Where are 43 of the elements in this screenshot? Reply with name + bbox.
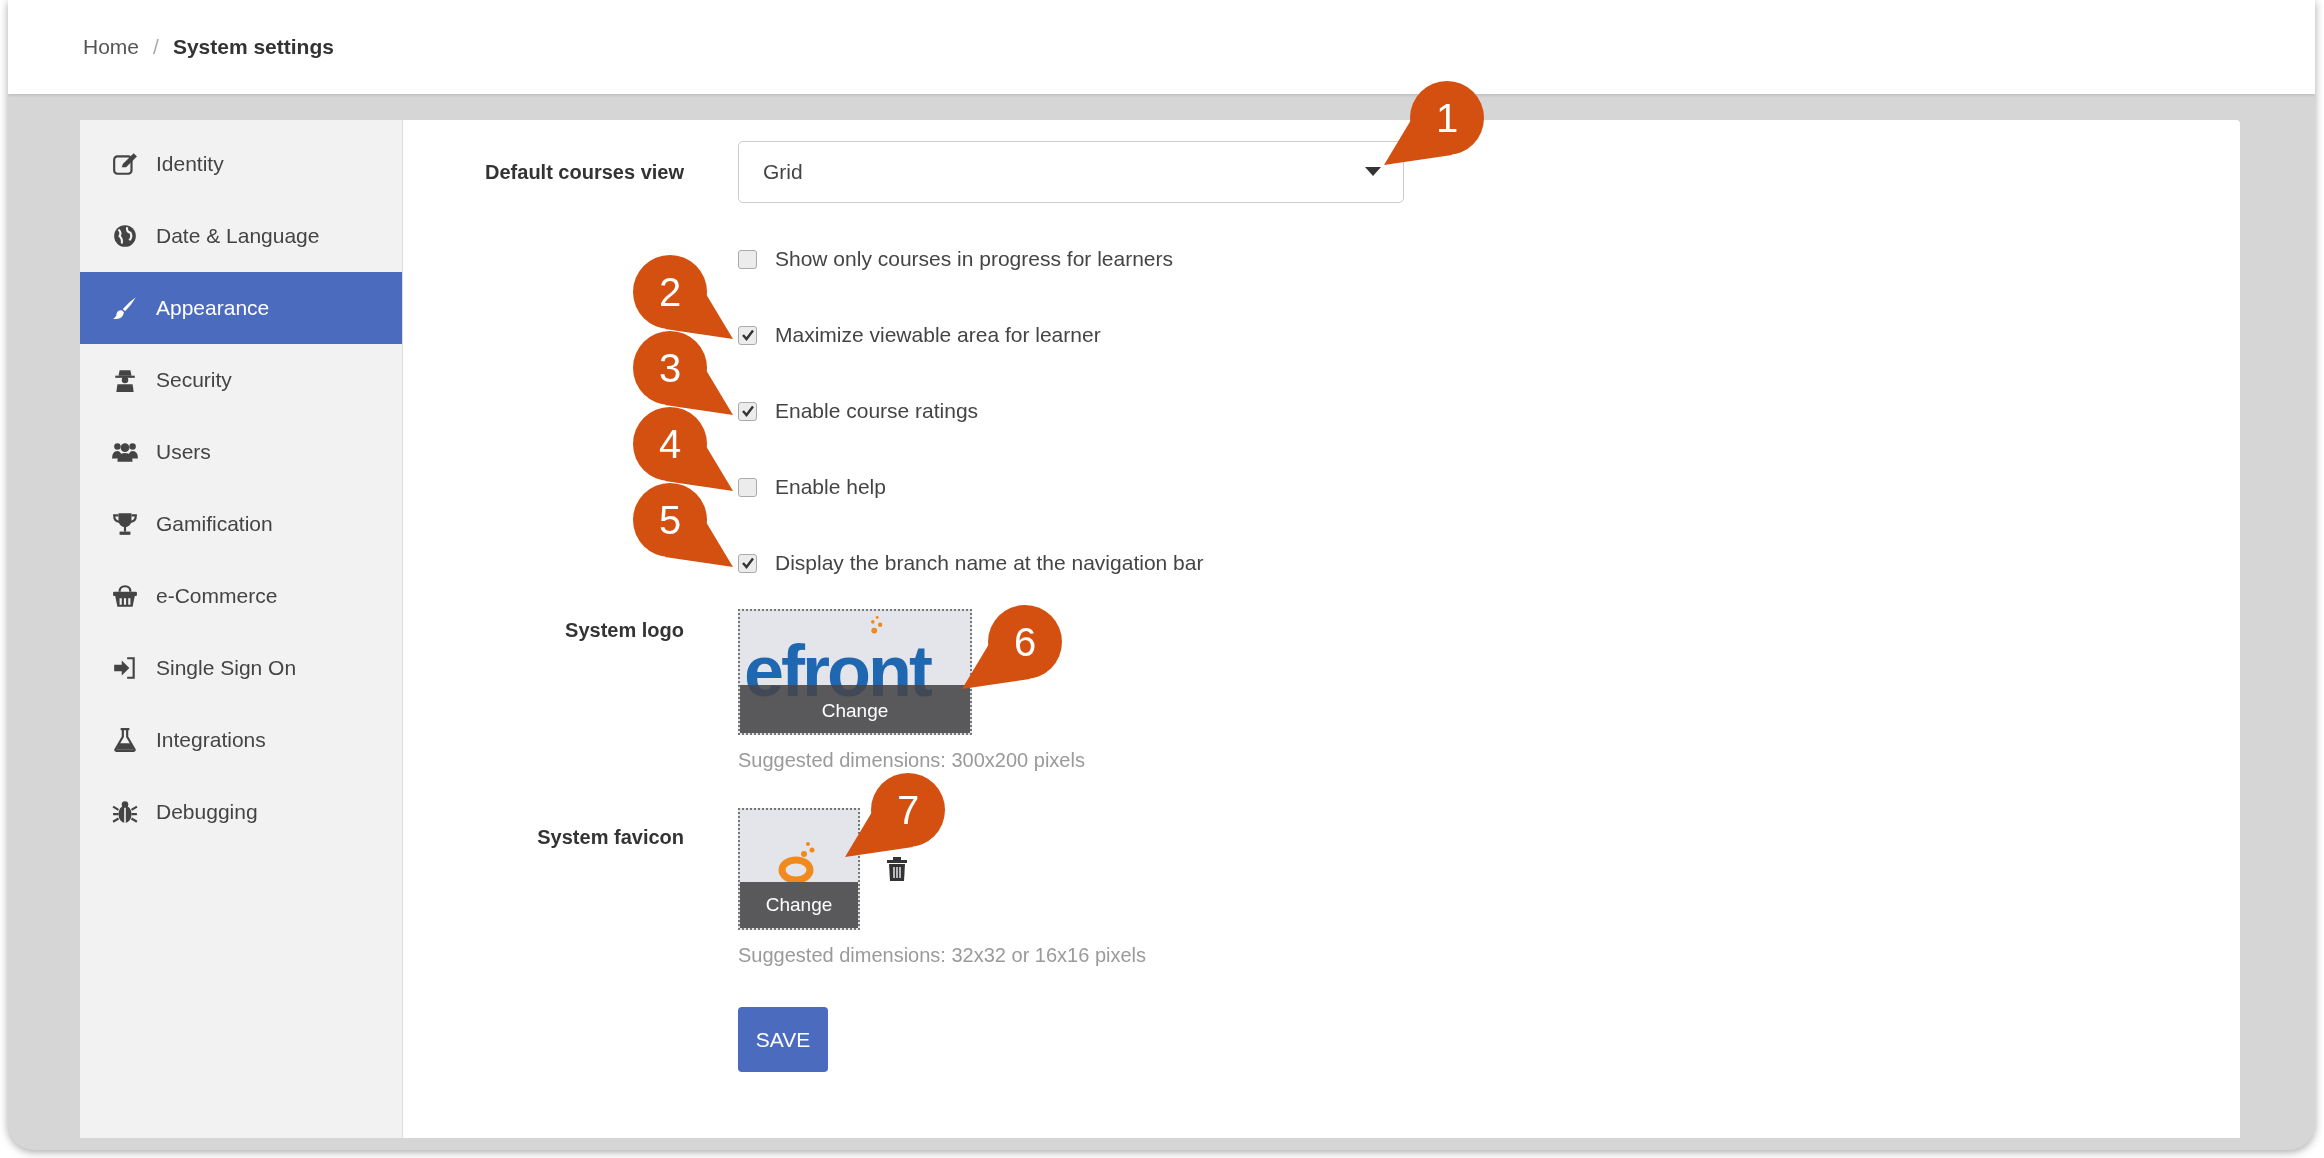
- sign-in-icon: [112, 655, 138, 681]
- breadcrumb-item: System settings: [172, 35, 334, 59]
- spy-icon: [112, 367, 138, 393]
- option-label: Maximize viewable area for learner: [775, 323, 1101, 347]
- view-dropdown[interactable]: Grid: [738, 141, 1404, 203]
- sidebar-item[interactable]: Security: [80, 344, 402, 416]
- globe-icon: [112, 223, 138, 249]
- basket-icon: [112, 583, 138, 609]
- field-label: Default courses view: [484, 160, 684, 184]
- breadcrumb-separator: /: [153, 35, 159, 59]
- flask-icon: [112, 727, 138, 753]
- sidebar-item[interactable]: Integrations: [80, 704, 402, 776]
- field-label: System logo: [564, 618, 684, 643]
- checkbox[interactable]: [738, 477, 757, 497]
- sidebar-item[interactable]: Date & Language: [80, 200, 402, 272]
- sidebar-item[interactable]: Appearance: [80, 272, 402, 344]
- sidebar-item[interactable]: Debugging: [80, 776, 402, 848]
- sidebar-item[interactable]: Gamification: [80, 488, 402, 560]
- trash-icon[interactable]: [887, 857, 907, 881]
- edit-icon: [112, 151, 138, 177]
- sidebar-item[interactable]: Identity: [80, 128, 402, 200]
- change-button[interactable]: Change: [740, 882, 858, 928]
- save-button[interactable]: SAVE: [738, 1007, 828, 1072]
- checkbox[interactable]: [738, 553, 757, 573]
- sidebar-item[interactable]: e-Commerce: [80, 560, 402, 632]
- favicon-upload[interactable]: Change: [738, 808, 860, 930]
- checkbox[interactable]: [738, 249, 757, 269]
- checkbox[interactable]: [738, 401, 757, 421]
- option-label: Enable help: [775, 475, 886, 499]
- brush-icon: [112, 295, 138, 321]
- option-label: Show only courses in progress for learners: [775, 247, 1173, 271]
- bug-icon: [112, 799, 138, 825]
- option-label: Display the branch name at the navigation bar: [775, 551, 1204, 575]
- sidebar-item[interactable]: Single Sign On: [80, 632, 402, 704]
- hint-text: Suggested dimensions: 32x32 or 16x16 pixels: [738, 944, 1147, 967]
- field-label: System favicon: [536, 825, 684, 850]
- breadcrumb-item[interactable]: Home: [83, 35, 140, 59]
- checkbox[interactable]: [738, 325, 757, 345]
- trophy-icon: [112, 511, 138, 537]
- caret-icon: [1365, 167, 1381, 177]
- hint-text: Suggested dimensions: 300x200 pixels: [738, 749, 1085, 772]
- option-label: Enable course ratings: [775, 399, 979, 423]
- sidebar-item[interactable]: Users: [80, 416, 402, 488]
